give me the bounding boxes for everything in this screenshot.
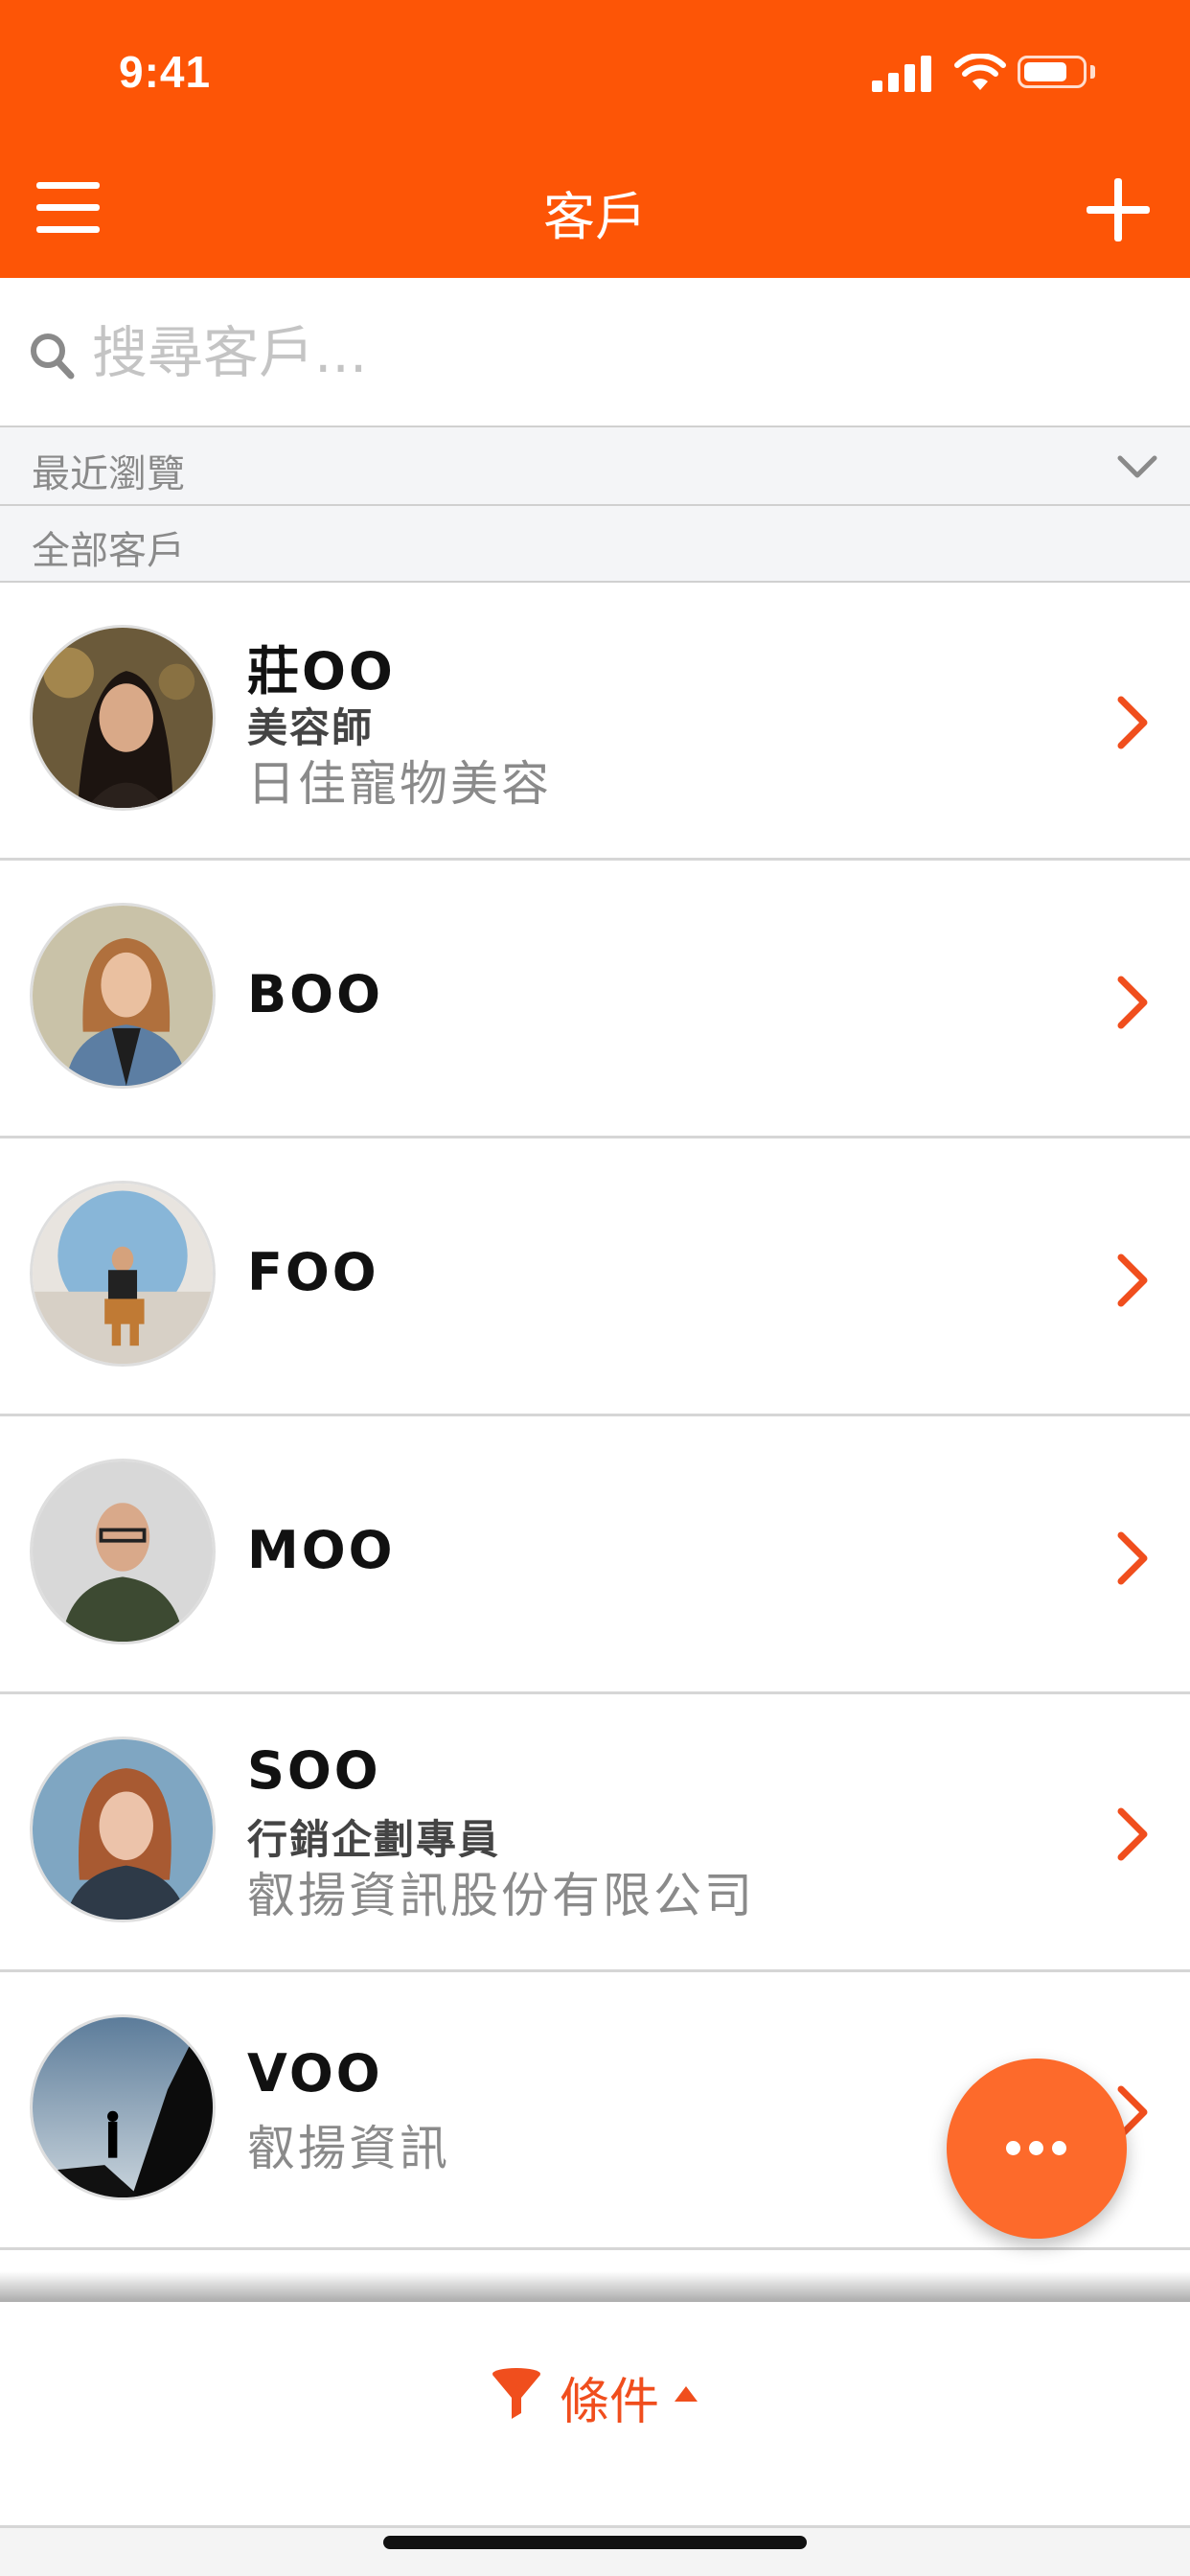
- chevron-right-icon: [1117, 976, 1148, 1029]
- customer-company: 叡揚資訊股份有限公司: [247, 1868, 755, 1923]
- app-header: 9:41 客戶: [0, 0, 1190, 278]
- caret-up-icon: [675, 2386, 698, 2402]
- cellular-signal-icon: [872, 54, 935, 92]
- chevron-right-icon: [1117, 1531, 1148, 1585]
- customer-row[interactable]: FOO: [0, 1138, 1190, 1416]
- customer-name: 莊OO: [247, 641, 396, 702]
- status-icons: [872, 54, 1102, 92]
- customer-row[interactable]: 莊OO 美容師 日佳寵物美容: [0, 583, 1190, 861]
- more-actions-button[interactable]: [947, 2058, 1127, 2239]
- avatar: [30, 1181, 216, 1367]
- status-time: 9:41: [119, 47, 212, 97]
- chevron-right-icon: [1117, 1254, 1148, 1307]
- funnel-icon: [492, 2368, 540, 2419]
- customer-name: VOO: [247, 2043, 383, 2104]
- all-customers-label: 全部客戶: [32, 529, 185, 573]
- customer-company: 日佳寵物美容: [247, 756, 552, 812]
- customer-name: MOO: [247, 1520, 396, 1580]
- avatar: [30, 2014, 216, 2200]
- home-indicator: [383, 2536, 807, 2549]
- customer-company: 叡揚資訊: [247, 2121, 450, 2176]
- avatar: [30, 1459, 216, 1644]
- customer-row[interactable]: MOO: [0, 1416, 1190, 1694]
- chevron-right-icon: [1117, 696, 1148, 749]
- page-title: 客戶: [543, 187, 647, 247]
- avatar: [30, 625, 216, 811]
- customer-row[interactable]: BOO: [0, 861, 1190, 1138]
- more-dots-icon: [1006, 2141, 1067, 2156]
- filter-button[interactable]: 條件: [491, 2361, 721, 2431]
- wifi-icon: [954, 54, 1006, 90]
- add-customer-button[interactable]: [1087, 178, 1150, 242]
- customer-name: SOO: [247, 1740, 381, 1801]
- all-customers-section-header: 全部客戶: [0, 506, 1190, 583]
- customer-name: FOO: [247, 1242, 379, 1302]
- search-input[interactable]: [92, 316, 1146, 389]
- filter-label: 條件: [560, 2374, 660, 2431]
- avatar: [30, 903, 216, 1089]
- battery-icon: [1018, 56, 1087, 88]
- customer-name: BOO: [247, 964, 383, 1024]
- customer-row[interactable]: SOO 行銷企劃專員 叡揚資訊股份有限公司: [0, 1694, 1190, 1972]
- avatar: [30, 1736, 216, 1922]
- recent-section-label: 最近瀏覽: [32, 452, 185, 496]
- search-icon: [31, 334, 75, 380]
- bottom-bar: 條件: [0, 2302, 1190, 2471]
- chevron-down-icon[interactable]: [1117, 454, 1157, 479]
- chevron-right-icon: [1117, 1807, 1148, 1861]
- search-bar: [0, 278, 1190, 427]
- recent-section-header[interactable]: 最近瀏覽: [0, 427, 1190, 506]
